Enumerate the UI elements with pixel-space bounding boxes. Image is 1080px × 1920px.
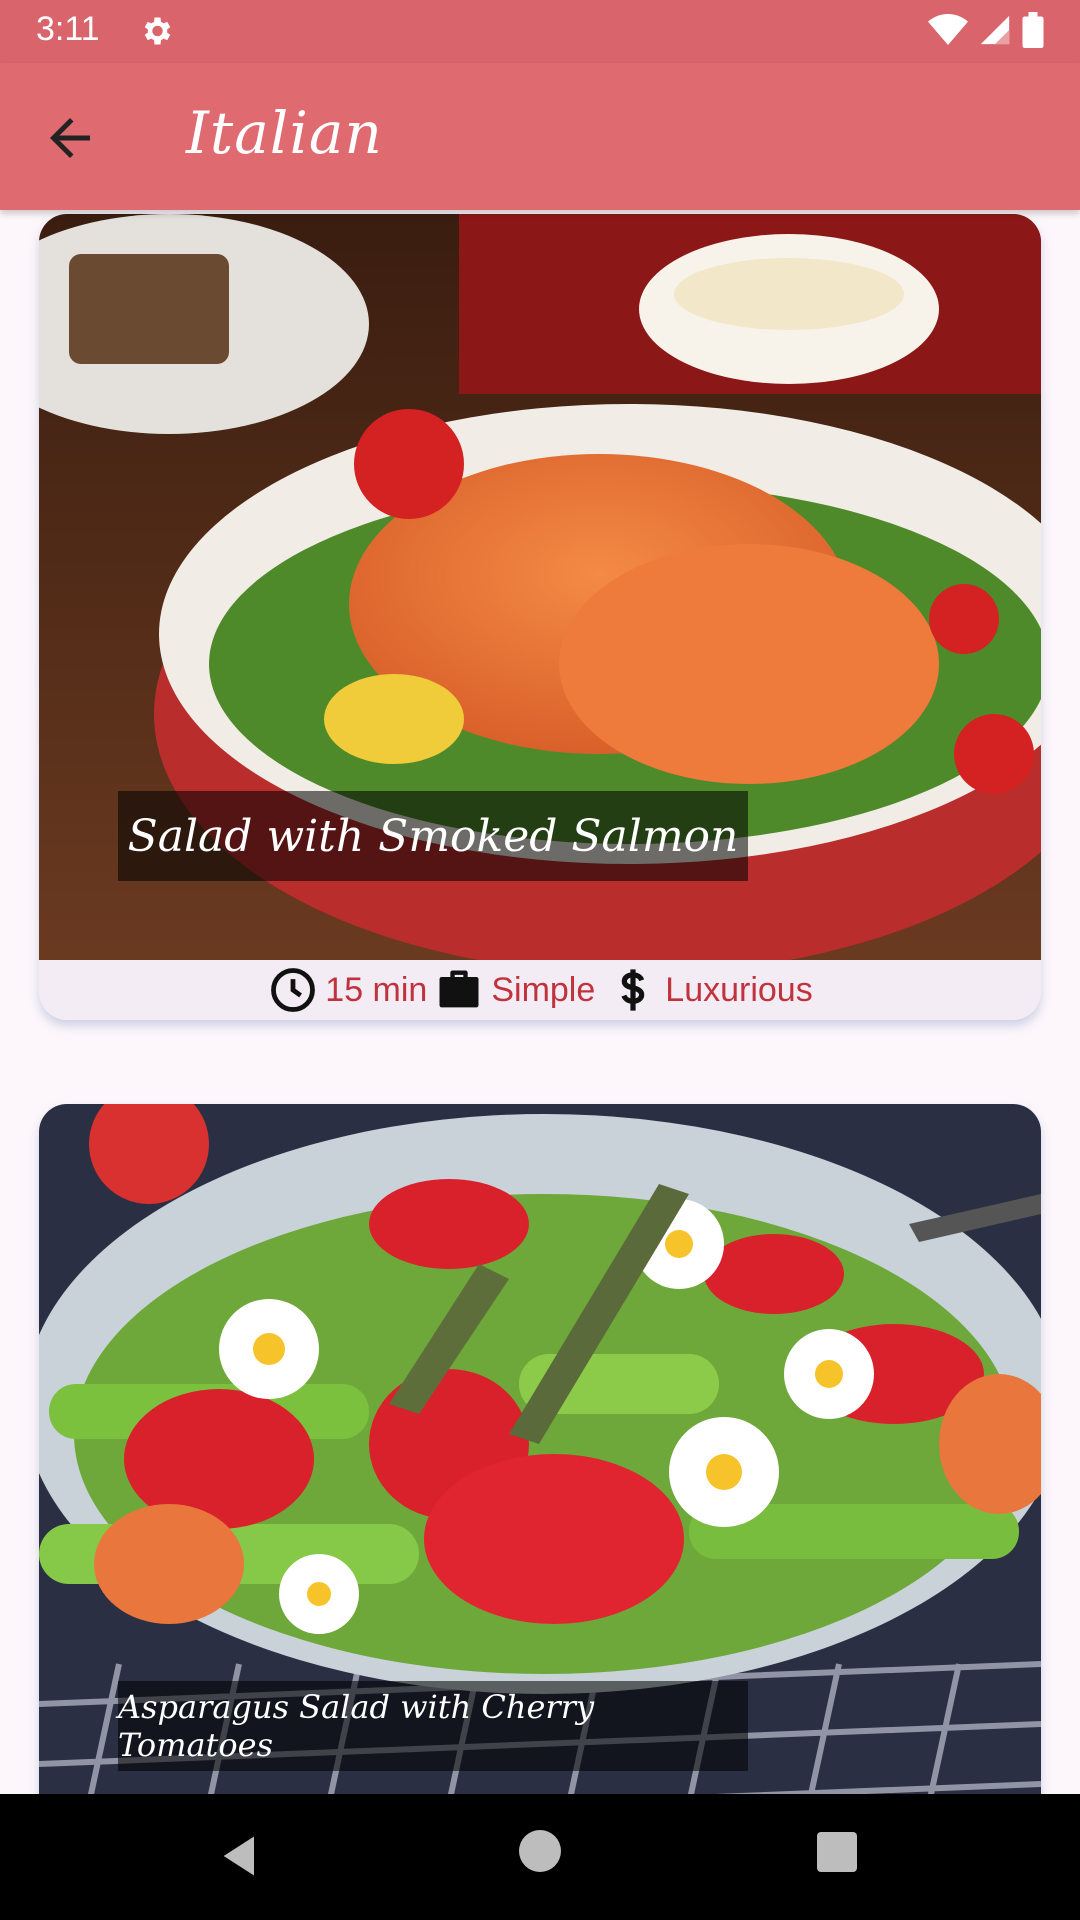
meal-duration: 15 min — [325, 970, 428, 1009]
meal-card[interactable]: Salad with Smoked Salmon 15 min Simple L… — [39, 214, 1041, 1020]
system-nav-bar — [0, 1794, 1080, 1920]
page-title: Italian — [186, 99, 383, 167]
wifi-icon — [928, 14, 968, 45]
meal-title: Asparagus Salad with Cherry Tomatoes — [118, 1681, 748, 1771]
meal-title: Salad with Smoked Salmon — [118, 791, 748, 881]
clock-icon — [271, 968, 316, 1012]
status-time: 3:11 — [36, 10, 100, 48]
meal-card[interactable]: Asparagus Salad with Cherry Tomatoes — [39, 1104, 1041, 1794]
meal-meta: 15 min Simple Luxurious — [39, 960, 1041, 1020]
signal-icon — [980, 15, 1010, 45]
status-icons — [928, 12, 1044, 48]
dollar-icon — [621, 969, 645, 1011]
meal-complexity: Simple — [491, 970, 596, 1009]
briefcase-icon — [439, 970, 479, 1008]
nav-back-icon[interactable] — [215, 1830, 267, 1882]
app-bar: Italian — [0, 63, 1080, 210]
meal-list[interactable]: Salad with Smoked Salmon 15 min Simple L… — [0, 210, 1080, 1794]
nav-home-icon[interactable] — [519, 1830, 561, 1872]
back-arrow-icon[interactable] — [40, 108, 100, 168]
battery-icon — [1022, 12, 1044, 48]
status-bar: 3:11 — [0, 0, 1080, 63]
nav-recents-icon[interactable] — [817, 1832, 857, 1872]
gear-icon — [144, 17, 171, 45]
meal-affordability: Luxurious — [665, 970, 813, 1009]
